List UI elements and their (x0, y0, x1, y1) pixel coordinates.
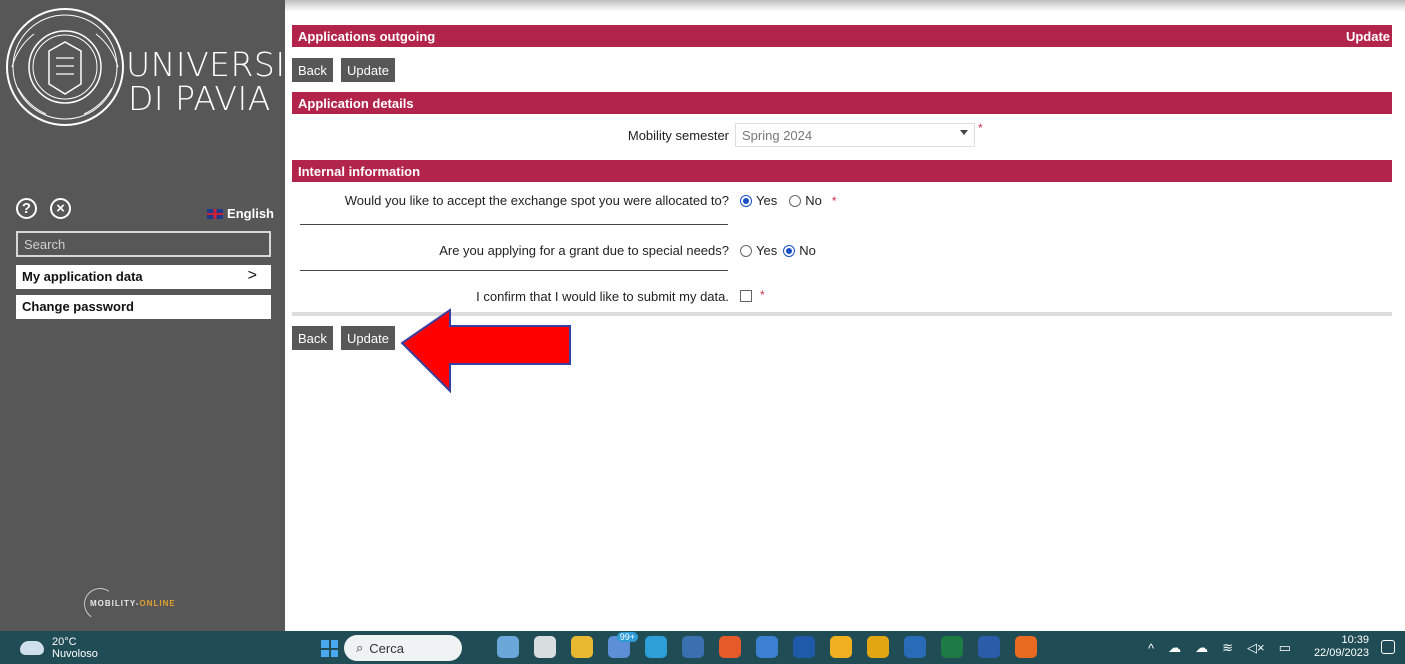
windows-start-icon[interactable] (321, 640, 338, 657)
taskbar-search-label: Cerca (369, 640, 404, 656)
mobility-semester-value: Spring 2024 (742, 128, 813, 143)
widgets-app-icon[interactable] (497, 636, 519, 658)
yes-label: Yes (756, 243, 778, 258)
file-explorer-icon[interactable] (571, 636, 593, 658)
notification-center-icon[interactable] (1381, 640, 1395, 654)
windows-taskbar: 20°C Nuvoloso ⌕ Cerca 99+ ^ ☁ ☁ ≋ ◁× ▭ 1… (0, 631, 1405, 664)
back-button-top[interactable]: Back (292, 58, 333, 82)
weather-condition: Nuvoloso (52, 648, 98, 660)
uk-flag-icon (207, 208, 224, 219)
accept-no-radio[interactable] (789, 194, 802, 207)
language-label: English (227, 206, 274, 221)
grant-yes-radio[interactable] (740, 244, 752, 257)
excel-icon[interactable] (941, 636, 963, 658)
section-application-details: Application details (292, 92, 1392, 114)
section-title: Application details (298, 96, 414, 111)
university-logo[interactable]: UNIVERSITÀ DI PAVIA (4, 6, 326, 136)
help-icon[interactable]: ? (16, 198, 37, 219)
section-internal-information: Internal information (292, 160, 1392, 182)
header-bar: Applications outgoing Update (292, 25, 1392, 47)
section-title: Internal information (298, 164, 421, 179)
cloud-icon (20, 641, 44, 655)
page-title: Applications outgoing (298, 29, 436, 44)
taskbar-clock[interactable]: 10:39 22/09/2023 (1314, 634, 1369, 660)
required-mark: * (978, 121, 983, 135)
clock-time: 10:39 (1341, 634, 1369, 646)
task-view-icon[interactable] (534, 636, 556, 658)
chevron-up-icon[interactable]: ^ (1148, 641, 1154, 656)
grant-no-radio[interactable] (783, 244, 796, 257)
mobility-online-logo: MOBILITY-ONLINE (81, 585, 202, 623)
update-button-top[interactable]: Update (341, 58, 395, 82)
required-mark: * (760, 288, 765, 302)
no-label: No (805, 193, 822, 208)
grant-radios: Yes No (740, 243, 816, 258)
taskbar-apps: 99+ (497, 632, 1037, 658)
bank-icon[interactable] (904, 636, 926, 658)
accept-spot-question: Would you like to accept the exchange sp… (344, 193, 729, 208)
clock-date: 22/09/2023 (1313, 647, 1369, 659)
chevron-right-icon: > (247, 267, 257, 284)
chrome-profile-icon[interactable] (830, 636, 852, 658)
chrome-icon[interactable] (719, 636, 741, 658)
sidebar-item-label: My application data (22, 269, 143, 284)
required-mark: * (831, 193, 837, 208)
header-update-link[interactable]: Update (1346, 29, 1390, 44)
app-icon[interactable] (793, 636, 815, 658)
confirm-checkbox[interactable] (740, 290, 752, 302)
row-separator (300, 270, 728, 271)
row-separator (300, 224, 728, 225)
onedrive-work-icon[interactable]: ☁ (1195, 640, 1208, 656)
yes-label: Yes (756, 193, 778, 208)
chevron-down-icon (960, 130, 968, 135)
weather-widget[interactable]: 20°C Nuvoloso (20, 636, 98, 660)
sidebar-item-change-password[interactable]: Change password (16, 295, 271, 319)
search-input[interactable] (16, 231, 271, 257)
sidebar-tools: ? × English (16, 196, 274, 224)
sidebar-item-label: Change password (22, 299, 134, 314)
university-seal-icon (6, 8, 124, 126)
search-icon: ⌕ (356, 640, 364, 655)
wifi-icon[interactable]: ≋ (1222, 640, 1233, 656)
update-button-bottom[interactable]: Update (341, 326, 395, 350)
teams-icon[interactable]: 99+ (608, 632, 638, 658)
mobility-text-b: ONLINE (139, 599, 176, 608)
mobility-text-a: MOBILITY- (90, 599, 140, 608)
temperature: 20°C (52, 636, 77, 648)
mobility-semester-label: Mobility semester (627, 128, 729, 143)
accept-yes-radio[interactable] (740, 194, 752, 207)
firefox-icon[interactable] (1015, 636, 1037, 658)
close-icon[interactable]: × (50, 198, 71, 219)
mobility-logo-text: MOBILITY-ONLINE (90, 599, 176, 608)
accept-spot-radios: Yes No * (740, 193, 837, 208)
battery-icon[interactable]: ▭ (1279, 640, 1291, 656)
notification-badge: 99+ (616, 632, 638, 642)
red-arrow-annotation (400, 308, 571, 393)
top-divider (285, 0, 1405, 12)
system-tray: ^ ☁ ☁ ≋ ◁× ▭ (1148, 640, 1291, 656)
word-icon[interactable] (978, 636, 1000, 658)
grant-question: Are you applying for a grant due to spec… (439, 243, 729, 258)
store-icon[interactable] (682, 636, 704, 658)
no-label: No (799, 243, 816, 258)
lock-app-icon[interactable] (867, 636, 889, 658)
sidebar-item-my-application-data[interactable]: My application data > (16, 265, 271, 289)
onedrive-icon[interactable]: ☁ (1168, 640, 1181, 656)
language-switch[interactable]: English (207, 206, 274, 221)
mobility-semester-select[interactable]: Spring 2024 (735, 123, 975, 147)
confirm-question: I confirm that I would like to submit my… (476, 289, 729, 304)
volume-icon[interactable]: ◁× (1247, 640, 1265, 656)
calendar-icon[interactable] (756, 636, 778, 658)
sidebar: UNIVERSITÀ DI PAVIA ? × English My appli… (0, 0, 326, 631)
copilot-icon[interactable] (645, 636, 667, 658)
back-button-bottom[interactable]: Back (292, 326, 333, 350)
taskbar-search[interactable]: ⌕ Cerca (344, 635, 462, 661)
